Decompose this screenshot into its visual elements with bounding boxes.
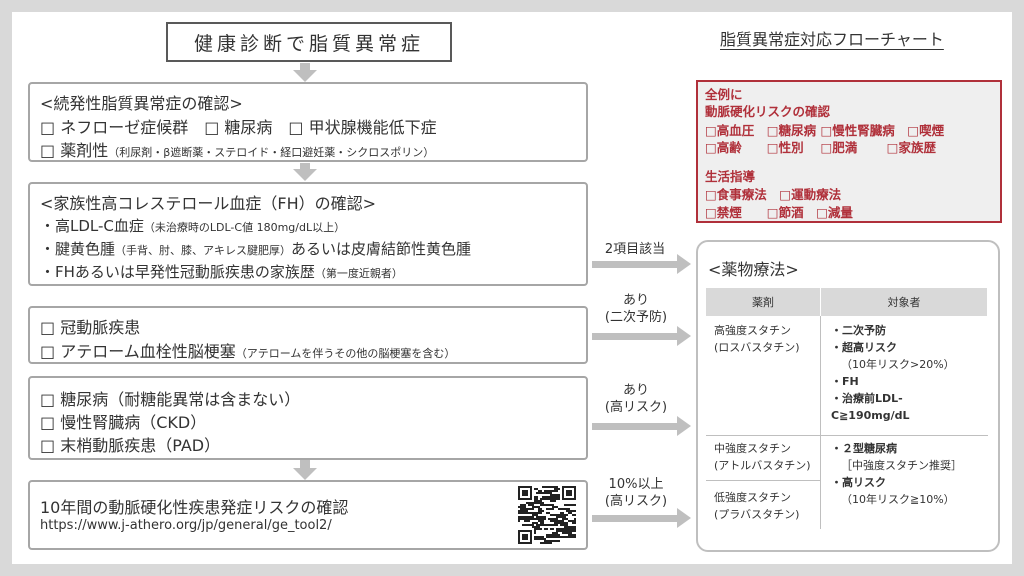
arrow-label: あり (高リスク) xyxy=(596,382,676,416)
target-item: ・治療前LDL-C≧190mg/dL xyxy=(831,392,910,422)
right-arrow-stem xyxy=(592,515,678,522)
drug-therapy-box: <薬物療法> 薬剤 対象者 高強度スタチン (ロスバスタチン) ・二次予防 ・超… xyxy=(696,240,1000,552)
table-row: 中強度スタチン (アトルバスタチン) 低強度スタチン (プラバスタチン) ・２型… xyxy=(706,435,988,530)
target-item: ・高リスク xyxy=(831,476,886,489)
table-header-row: 薬剤 対象者 xyxy=(706,288,988,316)
criteria-note: （手背、肘、膝、アキレス腱肥厚） xyxy=(115,244,292,257)
checklist-row: □ 冠動脈疾患 xyxy=(40,318,141,337)
criteria-text: ・FHあるいは早発性冠動脈疾患の家族歴 xyxy=(40,263,315,281)
target-item: ・FH xyxy=(831,375,859,388)
checklist-row: □ 糖尿病（耐糖能異常は含まない） xyxy=(40,390,301,409)
arrow-label-line: あり xyxy=(622,293,649,308)
box-heading: 10年間の動脈硬化性疾患発症リスクの確認 xyxy=(40,498,349,517)
criteria-item: ・腱黄色腫（手背、肘、膝、アキレス腱肥厚）あるいは皮膚結節性黄色腫 xyxy=(40,238,471,259)
drug-generic: (アトルバスタチン) xyxy=(714,459,811,472)
drug-table: 薬剤 対象者 高強度スタチン (ロスバスタチン) ・二次予防 ・超高リスク （1… xyxy=(706,288,988,529)
target-item: ・２型糖尿病 xyxy=(831,442,897,455)
target-item: ・二次予防 xyxy=(831,324,886,337)
drug-heading: <薬物療法> xyxy=(708,260,799,279)
column-header: 対象者 xyxy=(820,288,988,316)
arrow-label-line: あり xyxy=(622,383,649,398)
right-arrow xyxy=(677,508,691,528)
checklist-row: □ 薬剤性（利尿剤・β遮断薬・ステロイド・経口避妊薬・シクロスポリン） xyxy=(40,137,434,161)
criteria-item: ・FHあるいは早発性冠動脈疾患の家族歴（第一度近親者） xyxy=(40,261,403,282)
qr-code[interactable] xyxy=(518,486,576,544)
drug-name: 高強度スタチン xyxy=(714,324,791,337)
criteria-text: ・腱黄色腫 xyxy=(40,240,116,258)
checklist-row: □ 慢性腎臓病（CKD） xyxy=(40,413,207,432)
flowchart-title: 脂質異常症対応フローチャート xyxy=(720,30,944,49)
fh-check-box: <家族性高コレステロール血症（FH）の確認> ・高LDL-C血症（未治療時のLD… xyxy=(28,182,588,286)
lifestyle-row: □禁煙 □節酒 □減量 xyxy=(705,205,853,220)
drug-divider: 低強度スタチン (プラバスタチン) xyxy=(706,480,820,523)
drug-induced-label: □ 薬剤性 xyxy=(40,141,109,160)
target-item: ・超高リスク xyxy=(831,341,897,354)
criteria-note: （未治療時のLDL-C値 180mg/dL以上） xyxy=(143,221,346,234)
table-row: 高強度スタチン (ロスバスタチン) ・二次予防 ・超高リスク （10年リスク>2… xyxy=(706,316,988,436)
criteria-item: ・高LDL-C血症（未治療時のLDL-C値 180mg/dL以上） xyxy=(40,215,345,236)
lifestyle-row: □食事療法 □運動療法 xyxy=(705,187,842,202)
arrow-label: あり (二次予防) xyxy=(596,292,676,326)
arrow-label-line: (高リスク) xyxy=(604,494,668,509)
drug-name: 中強度スタチン xyxy=(714,442,791,455)
drug-cell: 中強度スタチン (アトルバスタチン) 低強度スタチン (プラバスタチン) xyxy=(706,435,821,529)
target-note: （10年リスク≧10%） xyxy=(841,493,955,506)
risk-factor-row: □高齢 □性別 □肥満 □家族歴 xyxy=(705,140,936,155)
down-arrow xyxy=(293,70,317,82)
arrow-label: 2項目該当 xyxy=(604,242,666,257)
right-arrow-stem xyxy=(592,333,678,340)
redbox-heading: 生活指導 xyxy=(705,169,756,184)
down-arrow xyxy=(293,468,317,480)
checklist-note: （アテロームを伴うその他の脳梗塞を含む） xyxy=(235,347,456,360)
down-arrow xyxy=(293,169,317,181)
target-note: ［中強度スタチン推奨］ xyxy=(841,459,962,472)
target-cell: ・２型糖尿病 ［中強度スタチン推奨］ ・高リスク （10年リスク≧10%） xyxy=(821,436,988,530)
risk-and-lifestyle-box: 全例に 動脈硬化リスクの確認 □高血圧 □糖尿病 □慢性腎臓病 □喫煙 □高齢 … xyxy=(696,80,1002,223)
checklist-row: □ アテローム血栓性脳梗塞（アテロームを伴うその他の脳梗塞を含む） xyxy=(40,338,455,362)
right-arrow xyxy=(677,254,691,274)
arrow-label-line: 10%以上 xyxy=(608,477,664,492)
column-header: 薬剤 xyxy=(706,288,821,316)
drug-generic: (ロスバスタチン) xyxy=(714,341,800,354)
redbox-heading: 動脈硬化リスクの確認 xyxy=(705,104,831,119)
target-note: （10年リスク>20%） xyxy=(841,358,955,371)
criteria-text: あるいは皮膚結節性黄色腫 xyxy=(291,240,472,258)
criteria-text: ・高LDL-C血症 xyxy=(40,217,144,235)
criteria-note: （第一度近親者） xyxy=(314,267,403,280)
drug-generic: (プラバスタチン) xyxy=(714,508,800,521)
checklist-row: □ ネフローゼ症候群 □ 糖尿病 □ 甲状腺機能低下症 xyxy=(40,118,437,137)
secondary-dyslipidemia-box: <続発性脂質異常症の確認> □ ネフローゼ症候群 □ 糖尿病 □ 甲状腺機能低下… xyxy=(28,82,588,162)
secondary-prevention-box: □ 冠動脈疾患 □ アテローム血栓性脳梗塞（アテロームを伴うその他の脳梗塞を含む… xyxy=(28,306,588,364)
high-risk-box: □ 糖尿病（耐糖能異常は含まない） □ 慢性腎臓病（CKD） □ 末梢動脈疾患（… xyxy=(28,376,588,460)
arrow-label-line: (二次予防) xyxy=(604,310,668,325)
drug-list-note: （利尿剤・β遮断薬・ステロイド・経口避妊薬・シクロスポリン） xyxy=(108,146,435,159)
checklist-row: □ 末梢動脈疾患（PAD） xyxy=(40,436,221,455)
page-title: 健康診断で脂質異常症 xyxy=(166,22,452,62)
arrow-label-line: (高リスク) xyxy=(604,400,668,415)
target-cell: ・二次予防 ・超高リスク （10年リスク>20%） ・FH ・治療前LDL-C≧… xyxy=(820,316,988,436)
risk-calc-box: 10年間の動脈硬化性疾患発症リスクの確認 https://www.j-ather… xyxy=(28,480,588,550)
right-arrow xyxy=(677,416,691,436)
box-heading: <家族性高コレステロール血症（FH）の確認> xyxy=(40,194,377,213)
arrow-label: 10%以上 (高リスク) xyxy=(596,476,676,510)
right-arrow-stem xyxy=(592,423,678,430)
risk-tool-url[interactable]: https://www.j-athero.org/jp/general/ge_t… xyxy=(40,518,332,533)
drug-name: 低強度スタチン xyxy=(714,491,791,504)
drug-cell: 高強度スタチン (ロスバスタチン) xyxy=(706,316,821,436)
right-arrow-stem xyxy=(592,261,678,268)
right-arrow xyxy=(677,326,691,346)
box-heading: <続発性脂質異常症の確認> xyxy=(40,94,243,113)
checklist-text: □ アテローム血栓性脳梗塞 xyxy=(40,342,236,361)
